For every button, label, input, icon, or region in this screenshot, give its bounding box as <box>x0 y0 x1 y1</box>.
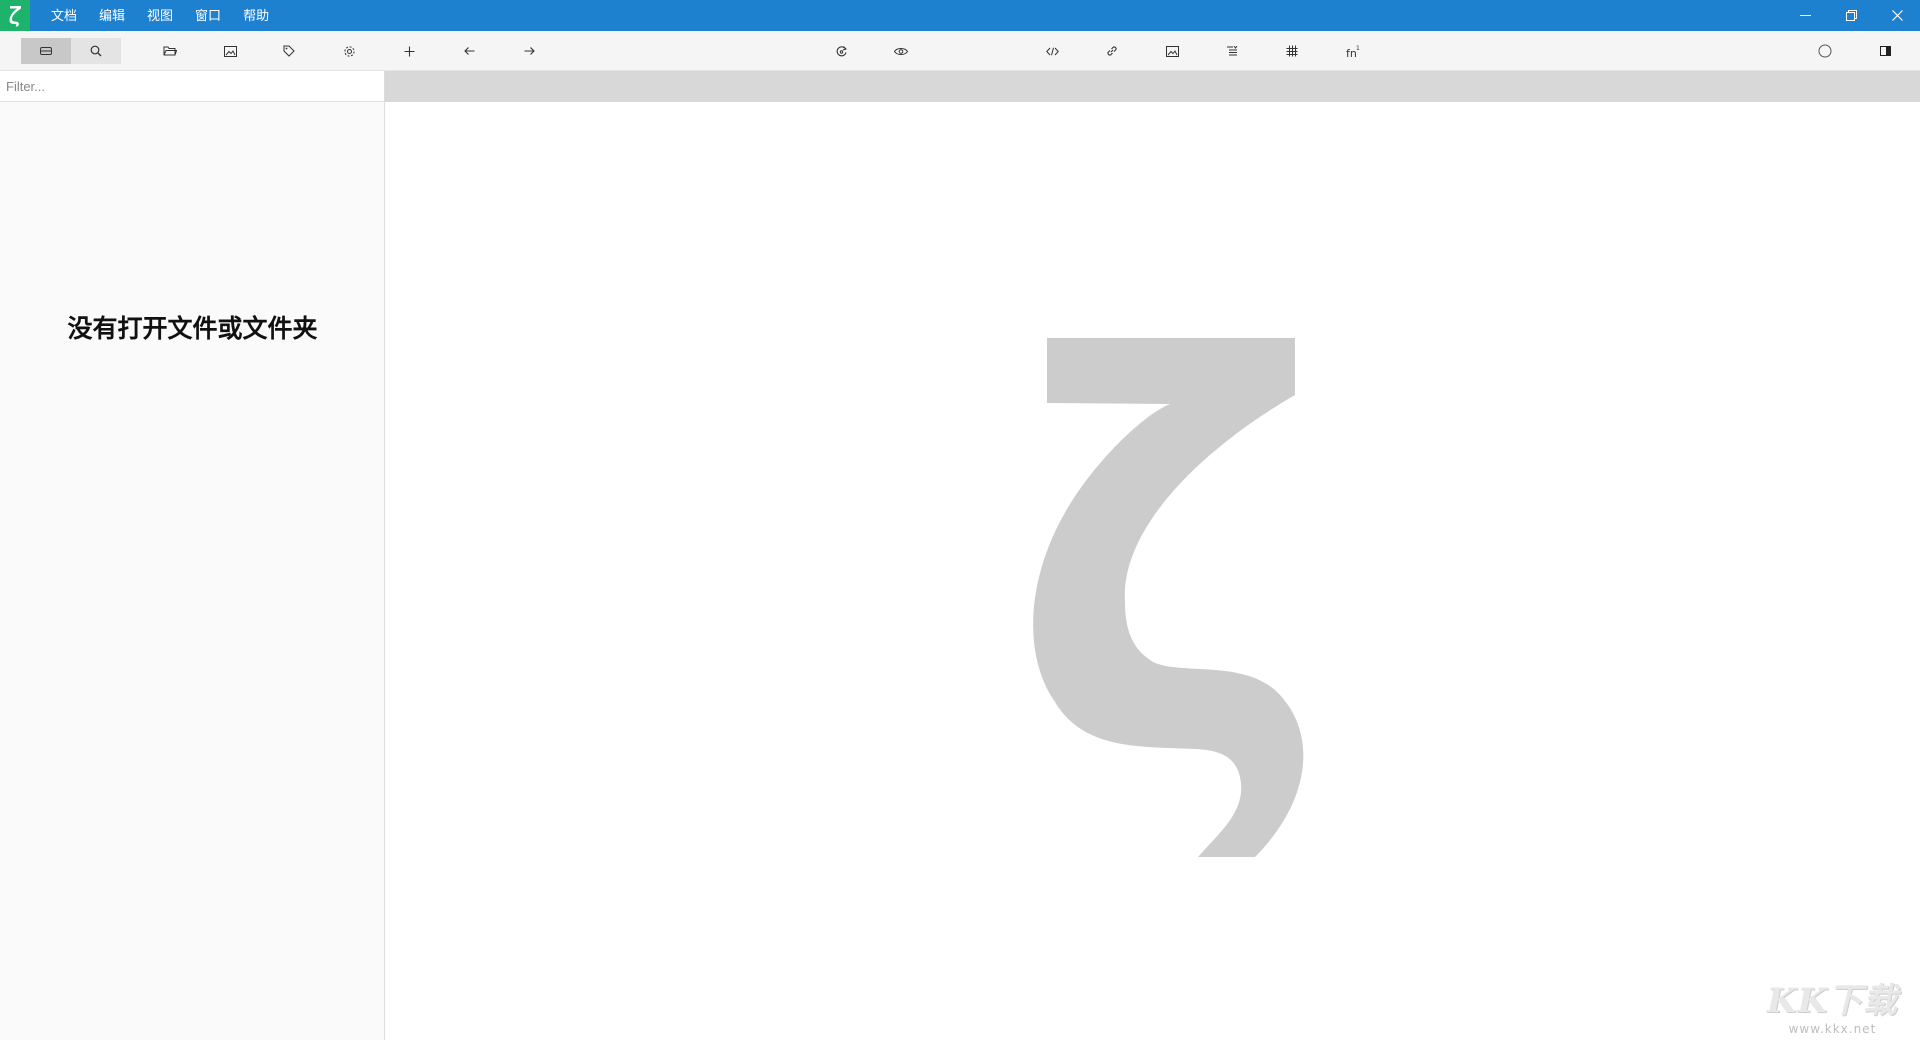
watermark-brand: KK下载 <box>1766 981 1898 1021</box>
menu-file[interactable]: 文档 <box>40 0 88 31</box>
insert-footnote-button[interactable]: fn 1 <box>1340 38 1366 64</box>
insert-link-button[interactable] <box>1099 38 1125 64</box>
editor-area[interactable]: KK下载 www.kkx.net <box>385 102 1920 1040</box>
global-search-toggle[interactable] <box>71 38 121 64</box>
restore-button[interactable] <box>1828 0 1874 31</box>
zettlr-logo-icon <box>1033 338 1304 857</box>
menu-edit[interactable]: 编辑 <box>88 0 136 31</box>
menu-view[interactable]: 视图 <box>136 0 184 31</box>
sidebar-toggle-icon <box>1879 46 1891 56</box>
filter-input[interactable] <box>0 71 384 102</box>
gear-icon <box>343 45 355 57</box>
new-file-button[interactable] <box>396 38 422 64</box>
window-controls <box>1782 0 1920 31</box>
menu-window[interactable]: 窗口 <box>184 0 232 31</box>
site-watermark: KK下载 www.kkx.net <box>1767 973 1898 1036</box>
insert-image-button[interactable] <box>1159 38 1185 64</box>
image-icon <box>223 45 237 57</box>
close-button[interactable] <box>1874 0 1920 31</box>
tag-icon <box>283 45 295 57</box>
tags-button[interactable] <box>276 38 302 64</box>
table-icon <box>1286 45 1298 57</box>
forward-button[interactable] <box>516 38 542 64</box>
title-bar: 文档 编辑 视图 窗口 帮助 <box>0 0 1920 31</box>
circle-icon <box>1818 44 1832 58</box>
readability-button[interactable] <box>828 38 854 64</box>
menu-help[interactable]: 帮助 <box>232 0 280 31</box>
image-icon <box>1165 45 1179 57</box>
footnote-icon: fn 1 <box>1346 45 1360 58</box>
file-manager-toggle[interactable] <box>21 38 71 64</box>
open-folder-button[interactable] <box>157 38 183 64</box>
eye-icon <box>894 47 908 55</box>
insert-code-button[interactable] <box>1039 38 1065 64</box>
arrow-right-icon <box>524 47 535 55</box>
assets-button[interactable] <box>217 38 243 64</box>
tab-bar <box>385 71 1920 102</box>
search-icon <box>90 45 102 57</box>
sidebar-mode-switch <box>21 38 121 64</box>
preview-button[interactable] <box>888 38 914 64</box>
refresh-icon <box>836 45 847 56</box>
minimize-icon <box>1799 15 1811 16</box>
file-sidebar: 没有打开文件或文件夹 <box>0 71 385 1040</box>
watermark-url: www.kkx.net <box>1788 1022 1877 1036</box>
arrow-left-icon <box>463 47 474 55</box>
close-icon <box>1891 10 1903 21</box>
insert-list-button[interactable] <box>1219 38 1245 64</box>
insert-table-button[interactable] <box>1279 38 1305 64</box>
menu-bar: 文档 编辑 视图 窗口 帮助 <box>40 0 280 31</box>
empty-state-message: 没有打开文件或文件夹 <box>67 314 318 343</box>
back-button[interactable] <box>456 38 482 64</box>
folder-open-icon <box>163 46 177 56</box>
minimize-button[interactable] <box>1782 0 1828 31</box>
preferences-button[interactable] <box>336 38 362 64</box>
svg-text:1: 1 <box>1356 45 1360 52</box>
restore-icon <box>1845 10 1857 21</box>
plus-icon <box>404 46 414 56</box>
code-icon <box>1045 47 1059 55</box>
app-logo-icon <box>0 0 30 31</box>
toolbar: fn 1 <box>0 31 1920 71</box>
link-icon <box>1107 46 1117 56</box>
drive-icon <box>40 47 52 55</box>
pomodoro-button[interactable] <box>1812 38 1838 64</box>
list-icon <box>1227 46 1238 56</box>
toggle-sidebar-button[interactable] <box>1872 38 1898 64</box>
